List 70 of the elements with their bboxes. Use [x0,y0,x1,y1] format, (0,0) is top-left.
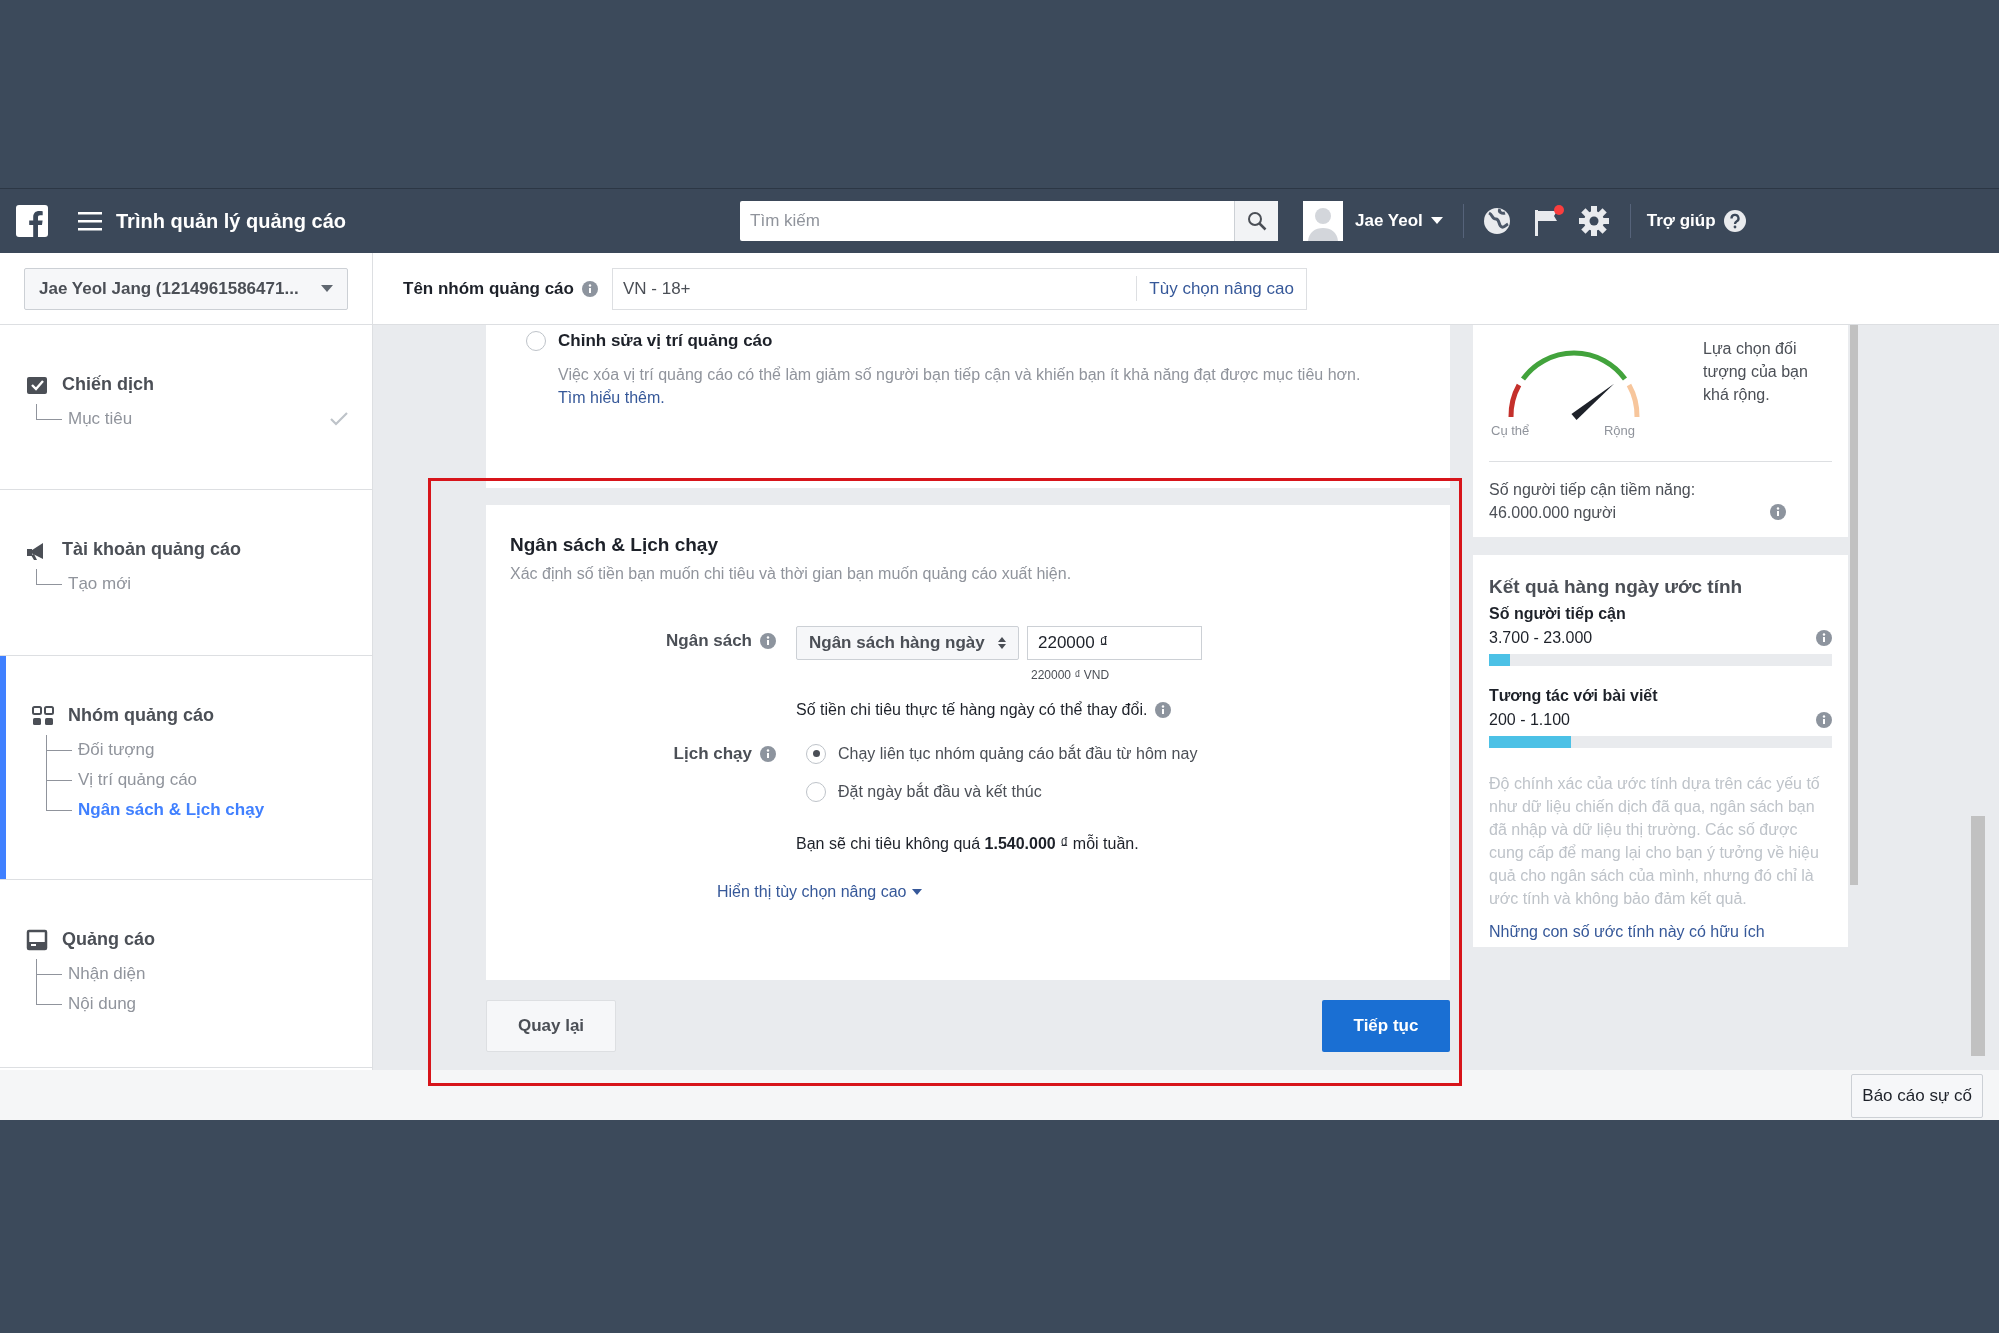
section-title[interactable]: Tài khoản quảng cáo [62,536,242,563]
gauge-label: Cụ thể [1491,422,1530,440]
feedback-link[interactable]: Những con số ước tính này có hữu ích [1489,919,1832,944]
question-icon [1723,210,1746,232]
back-button[interactable]: Quay lại [486,1000,616,1052]
settings-icon[interactable] [1577,205,1610,237]
tree-line [36,569,62,585]
panel-icon [26,928,48,951]
scrollbar[interactable] [1850,325,1858,885]
metric-range: 200 - 1.100 [1489,709,1570,730]
section-title[interactable]: Nhóm quảng cáo [68,702,214,729]
sidebar-item[interactable]: Ngân sách & Lịch chạy [78,797,265,823]
info-icon[interactable] [1816,711,1832,728]
info-icon[interactable] [760,745,776,762]
radio-button[interactable] [806,781,826,802]
gauge-label: Rộng [1603,422,1635,440]
info-icon[interactable] [1816,629,1832,646]
section-heading: Ngân sách & Lịch chạy [510,533,719,557]
user-menu[interactable]: Jae Yeol [1355,208,1443,234]
currency-hint: 220000 ₫ VND [1031,666,1111,684]
search-field[interactable]: Tìm kiếm [740,201,1235,241]
name-field[interactable]: VN - 18+ Tùy chọn nâng cao [611,267,1307,310]
radio-button[interactable] [806,743,826,764]
tree-line [36,404,62,420]
info-icon[interactable] [1770,503,1786,520]
avatar-icon[interactable] [1303,201,1344,241]
estimate-disclaimer: Độ chính xác của ước tính dựa trên các yếu tố như dữ liệu chiến dịch đã qua, ngân sách bạn đã nhập và dữ liệu thị trường. Các số được cung cấp để mang lại cho bạn ý tưởng về hiệu quả cho ngân sách của mình, nhưng đó chỉ là ước tính và không bảo đảm kết quả. [1489,773,1821,909]
caret-icon [1430,217,1443,225]
info-icon[interactable] [760,632,776,649]
caret-icon [321,284,333,293]
potential-reach-text: Số người tiếp cận tiềm năng: 46.000.000 người [1489,479,1697,523]
weekly-spend-text: Bạn sẽ chi tiêu không quá 1.540.000 ₫ mỗi tuần. [796,833,1140,854]
scrollbar[interactable] [1971,816,1985,1056]
option-label[interactable]: Chỉnh sửa vị trí quảng cáo [558,328,773,354]
audience-description: Lựa chọn đối tượng của bạn khá rộng. [1703,339,1809,405]
option-label[interactable]: Đặt ngày bắt đầu và kết thúc [838,779,1042,804]
section-title[interactable]: Quảng cáo [62,926,155,953]
advanced-options-toggle[interactable]: Hiển thị tùy chọn nâng cao [717,879,923,904]
option-label[interactable]: Chạy liên tục nhóm quảng cáo bắt đầu từ hôm nay [838,741,1198,766]
search-icon [1246,211,1267,231]
section-description: Xác định số tiền bạn muốn chi tiêu và thời gian bạn muốn quảng cáo xuất hiện. [510,563,1073,584]
grid-icon [32,704,54,727]
advanced-options-link[interactable]: Tùy chọn nâng cao [1136,275,1306,302]
field-label: Lịch chạy [673,742,752,765]
amount-field[interactable]: 220000 ₫ [1027,625,1202,660]
caret-icon [912,888,923,895]
placement-note: Việc xóa vị trí quảng cáo có thể làm giảm số người bạn tiếp cận và khiến bạn ít khả năng đạt được mục tiêu hơn. Tìm hiểu thêm. [558,364,1362,408]
sort-arrows-icon [998,636,1006,649]
section-heading: Kết quả hàng ngày ước tính [1489,575,1744,599]
report-problem-button[interactable]: Báo cáo sự cố [1851,1074,1983,1118]
radio-button[interactable] [526,330,546,351]
account-dropdown[interactable]: Jae Yeol Jang (1214961586471... [24,267,348,310]
continue-button[interactable]: Tiếp tục [1322,1000,1450,1052]
metric-label: Tương tác với bài viết [1489,685,1659,706]
metric-label: Số người tiếp cận [1489,603,1627,624]
info-icon[interactable] [1155,701,1172,718]
learn-more-link[interactable]: Tìm hiểu thêm. [558,388,665,406]
field-label: Tên nhóm quảng cáo [403,277,574,300]
facebook-logo[interactable] [16,205,48,237]
section-title[interactable]: Chiến dịch [62,371,154,398]
info-icon[interactable] [581,280,598,297]
metric-range: 3.700 - 23.000 [1489,627,1593,648]
budget-note: Số tiền chi tiêu thực tế hàng ngày có thể thay đổi. [796,699,1148,720]
search-button[interactable] [1234,201,1279,241]
field-label: Ngân sách [666,629,752,652]
menu-icon[interactable] [78,211,102,231]
budget-type-dropdown[interactable]: Ngân sách hàng ngày [796,625,1019,660]
app-title: Trình quản lý quảng cáo [116,209,347,234]
globe-icon[interactable] [1481,206,1512,236]
help-button[interactable]: Trợ giúp [1646,208,1746,234]
